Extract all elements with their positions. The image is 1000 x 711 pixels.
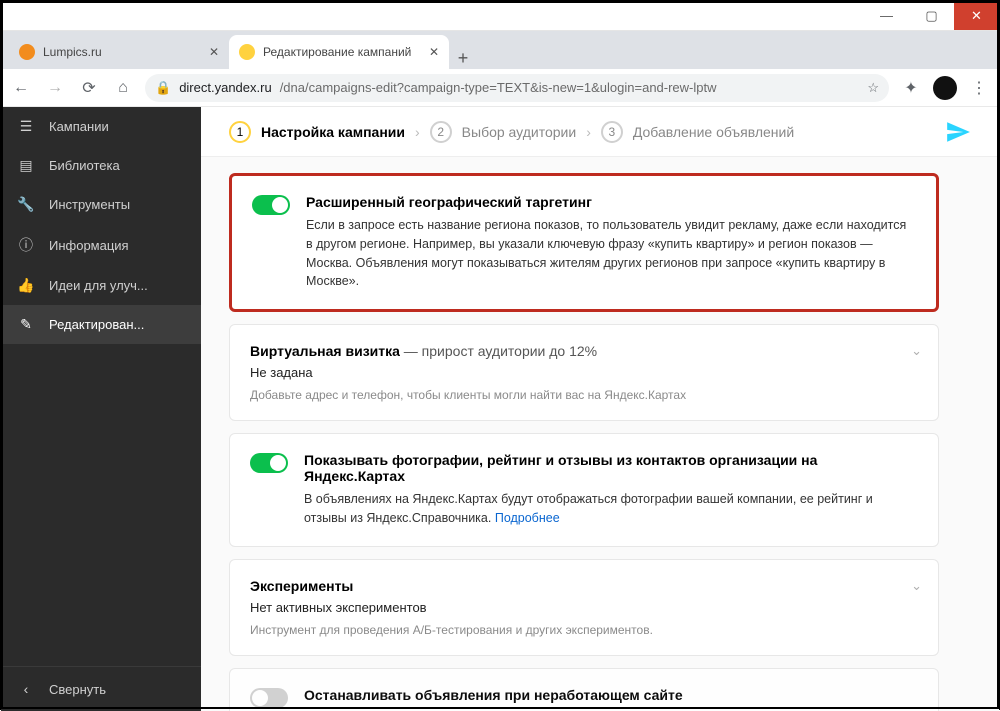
info-icon: ⓘ: [17, 235, 35, 255]
sidebar-item-library[interactable]: ▤ Библиотека: [1, 146, 201, 185]
sidebar-item-label: Библиотека: [49, 158, 120, 173]
sidebar-item-ideas[interactable]: 👍 Идеи для улуч...: [1, 266, 201, 305]
chevron-right-icon: ›: [586, 124, 591, 140]
step-number: 3: [601, 121, 623, 143]
toggle-stop-ads[interactable]: [250, 688, 288, 708]
thumbs-up-icon: 👍: [17, 277, 35, 294]
wrench-icon: 🔧: [17, 196, 35, 213]
main-content: 1 Настройка кампании › 2 Выбор аудитории…: [201, 107, 999, 711]
menu-icon: ☰: [17, 118, 35, 135]
step-label[interactable]: Настройка кампании: [261, 124, 405, 140]
learn-more-link[interactable]: Подробнее: [495, 511, 560, 525]
sidebar-item-info[interactable]: ⓘ Информация: [1, 224, 201, 266]
card-value: Не задана: [250, 365, 914, 380]
card-title: Показывать фотографии, рейтинг и отзывы …: [304, 452, 914, 484]
url-host: direct.yandex.ru: [179, 80, 272, 95]
browser-tab-active[interactable]: Редактирование кампаний ✕: [229, 35, 449, 69]
sidebar-item-edit[interactable]: ✎ Редактирован...: [1, 305, 201, 344]
library-icon: ▤: [17, 157, 35, 174]
card-title: Останавливать объявления при неработающе…: [304, 687, 914, 703]
step-number: 1: [229, 121, 251, 143]
browser-tab[interactable]: Lumpics.ru ✕: [9, 35, 229, 69]
sidebar-item-tools[interactable]: 🔧 Инструменты: [1, 185, 201, 224]
favicon-icon: [19, 44, 35, 60]
chevron-down-icon: ⌄: [911, 343, 922, 359]
close-tab-icon[interactable]: ✕: [429, 45, 439, 59]
card-value: Нет активных экспериментов: [250, 600, 914, 615]
sidebar-item-label: Информация: [49, 238, 129, 253]
card-description: Если в запросе есть название региона пок…: [306, 216, 912, 291]
chevron-left-icon: ‹: [17, 681, 35, 697]
sidebar-item-label: Кампании: [49, 119, 109, 134]
card-hint: Инструмент для проведения А/Б-тестирован…: [250, 623, 914, 637]
window-maximize-button[interactable]: ▢: [909, 1, 954, 30]
window-minimize-button[interactable]: —: [864, 1, 909, 30]
browser-toolbar: ← → ⟳ ⌂ 🔒 direct.yandex.ru/dna/campaigns…: [1, 69, 999, 107]
extensions-icon[interactable]: ✦: [899, 78, 923, 98]
card-description: В объявлениях на Яндекс.Картах будут ото…: [304, 490, 914, 528]
send-icon[interactable]: [945, 119, 971, 145]
profile-avatar[interactable]: [933, 76, 957, 100]
page: ☰ Кампании ▤ Библиотека 🔧 Инструменты ⓘ Инфо…: [1, 107, 999, 711]
sidebar-collapse-button[interactable]: ‹ Свернуть: [1, 666, 201, 711]
close-tab-icon[interactable]: ✕: [209, 45, 219, 59]
sidebar-item-campaigns[interactable]: ☰ Кампании: [1, 107, 201, 146]
sidebar-item-label: Редактирован...: [49, 317, 144, 332]
sidebar: ☰ Кампании ▤ Библиотека 🔧 Инструменты ⓘ Инфо…: [1, 107, 201, 711]
back-button[interactable]: ←: [9, 79, 33, 97]
step-label[interactable]: Выбор аудитории: [462, 124, 577, 140]
step-number: 2: [430, 121, 452, 143]
forward-button[interactable]: →: [43, 79, 67, 97]
card-show-photos: Показывать фотографии, рейтинг и отзывы …: [229, 433, 939, 547]
card-virtual-card[interactable]: ⌄ Виртуальная визитка — прирост аудитори…: [229, 324, 939, 421]
home-button[interactable]: ⌂: [111, 79, 135, 97]
card-hint: Добавьте адрес и телефон, чтобы клиенты …: [250, 388, 914, 402]
card-title: Виртуальная визитка — прирост аудитории …: [250, 343, 914, 359]
browser-tabstrip: Lumpics.ru ✕ Редактирование кампаний ✕ +: [1, 31, 999, 69]
toggle-geo-targeting[interactable]: [252, 195, 290, 215]
step-label[interactable]: Добавление объявлений: [633, 124, 794, 140]
pencil-icon: ✎: [17, 316, 35, 333]
favicon-icon: [239, 44, 255, 60]
sidebar-item-label: Инструменты: [49, 197, 130, 212]
sidebar-item-label: Идеи для улуч...: [49, 278, 148, 293]
window-titlebar: — ▢ ✕: [1, 1, 999, 31]
stepper: 1 Настройка кампании › 2 Выбор аудитории…: [201, 107, 999, 157]
chevron-down-icon: ⌄: [911, 578, 922, 594]
card-title: Эксперименты: [250, 578, 914, 594]
card-experiments[interactable]: ⌄ Эксперименты Нет активных эксперименто…: [229, 559, 939, 656]
sidebar-collapse-label: Свернуть: [49, 682, 106, 697]
card-title: Расширенный географический таргетинг: [306, 194, 912, 210]
lock-icon: 🔒: [155, 80, 171, 96]
address-bar[interactable]: 🔒 direct.yandex.ru/dna/campaigns-edit?ca…: [145, 74, 889, 102]
toggle-show-photos[interactable]: [250, 453, 288, 473]
window-close-button[interactable]: ✕: [954, 1, 999, 30]
settings-content: Расширенный географический таргетинг Есл…: [201, 157, 999, 711]
tab-title: Lumpics.ru: [43, 45, 102, 59]
card-geo-targeting: Расширенный географический таргетинг Есл…: [229, 173, 939, 312]
reload-button[interactable]: ⟳: [77, 78, 101, 98]
url-path: /dna/campaigns-edit?campaign-type=TEXT&i…: [280, 80, 717, 95]
bookmark-star-icon[interactable]: ☆: [867, 80, 879, 96]
browser-menu-icon[interactable]: ⋮: [967, 78, 991, 98]
new-tab-button[interactable]: +: [449, 48, 477, 69]
card-stop-ads: Останавливать объявления при неработающе…: [229, 668, 939, 711]
tab-title: Редактирование кампаний: [263, 45, 411, 59]
chevron-right-icon: ›: [415, 124, 420, 140]
